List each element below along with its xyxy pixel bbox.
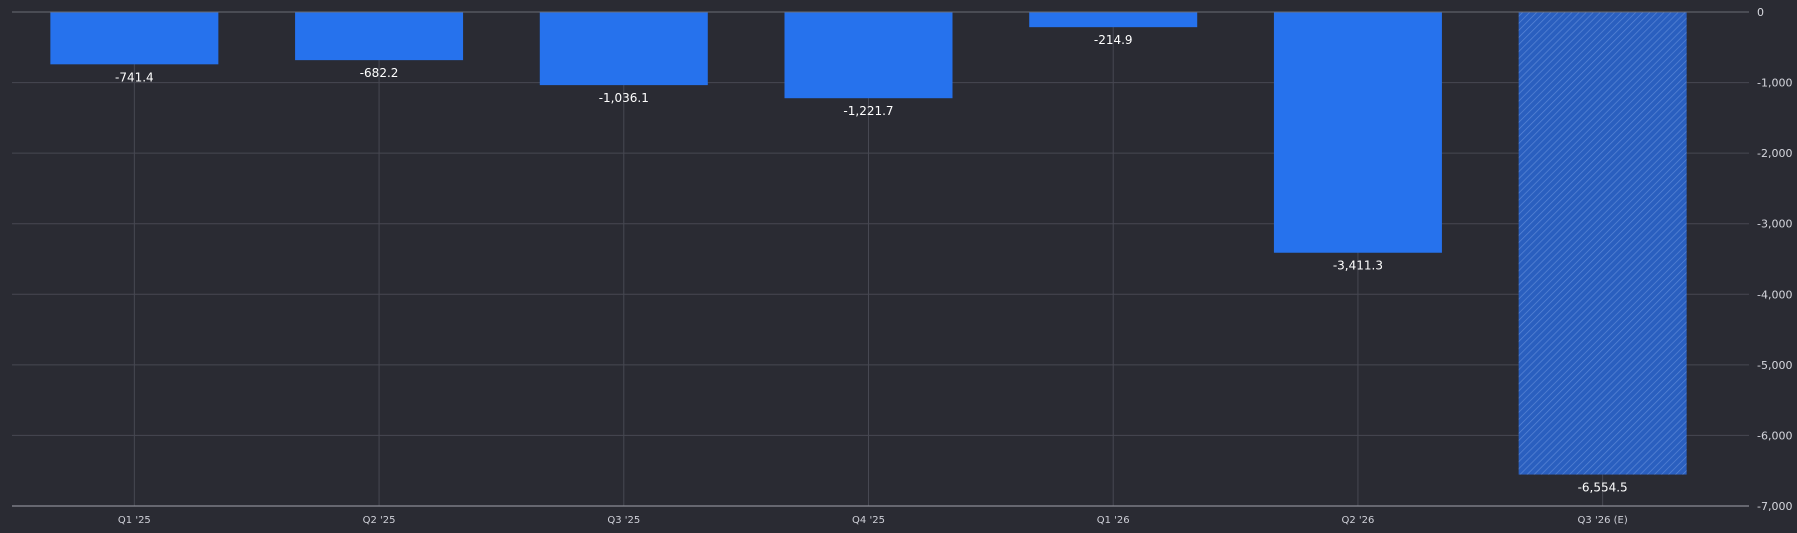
bar [539, 12, 708, 86]
bar-value-label: -682.2 [360, 66, 399, 80]
bar [295, 12, 464, 61]
x-tick-label: Q4 '25 [852, 515, 885, 526]
bar-value-label: -741.4 [115, 70, 154, 84]
bar-value-label: -1,036.1 [599, 91, 649, 105]
y-tick-label: -6,000 [1757, 429, 1792, 442]
y-tick-label: 0 [1757, 6, 1764, 19]
y-tick-label: -4,000 [1757, 288, 1792, 301]
bar-value-label: -6,554.5 [1578, 481, 1628, 495]
x-tick-label: Q3 '26 (E) [1578, 515, 1628, 526]
chart-container: -741.4 -682.2 -1,036.1 -1,221.7 -214.9 -3,411… [0, 0, 1797, 533]
x-tick-label: Q3 '25 [607, 515, 640, 526]
y-tick-label: -3,000 [1757, 218, 1792, 231]
estimated-bar [1518, 12, 1687, 475]
bar [1029, 12, 1198, 28]
y-tick-label: -7,000 [1757, 500, 1792, 513]
y-tick-label: -2,000 [1757, 147, 1792, 160]
bar [1273, 12, 1442, 253]
y-axis: 0 -1,000 -2,000 -3,000 -4,000 -5,000 -6,000 -7,… [1757, 6, 1792, 513]
x-tick-label: Q2 '26 [1341, 515, 1374, 526]
y-tick-label: -5,000 [1757, 359, 1792, 372]
bar-value-label: -3,411.3 [1333, 259, 1383, 273]
bar-chart: -741.4 -682.2 -1,036.1 -1,221.7 -214.9 -3,411… [12, 6, 1792, 526]
y-tick-label: -1,000 [1757, 77, 1792, 90]
x-tick-label: Q1 '26 [1097, 515, 1130, 526]
x-tick-label: Q2 '25 [363, 515, 396, 526]
bar [784, 12, 953, 99]
bar-value-label: -214.9 [1094, 33, 1133, 47]
bar-value-label: -1,221.7 [843, 104, 893, 118]
bar [50, 12, 219, 65]
x-tick-label: Q1 '25 [118, 515, 151, 526]
